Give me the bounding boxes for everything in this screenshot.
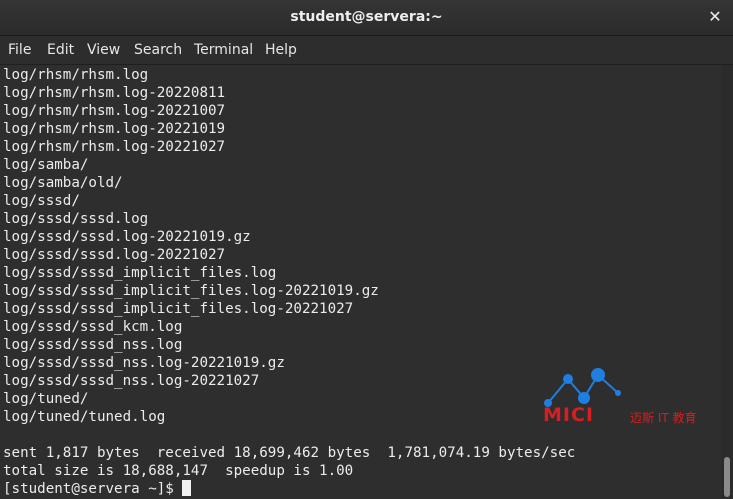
watermark-subtitle: 迈斯 IT 教育 <box>630 411 697 425</box>
menu-edit[interactable]: Edit <box>47 42 74 58</box>
terminal-line: log/sssd/sssd_implicit_files.log <box>3 265 277 281</box>
terminal-line: sent 1,817 bytes received 18,699,462 byt… <box>3 445 576 461</box>
terminal-window: student@servera:~ ✕ File Edit View Searc… <box>0 0 733 499</box>
text-cursor <box>182 480 192 496</box>
terminal-line: log/tuned/ <box>3 391 89 407</box>
menu-help[interactable]: Help <box>265 42 297 58</box>
menu-terminal[interactable]: Terminal <box>194 42 253 58</box>
scrollbar-thumb[interactable] <box>724 457 730 497</box>
scrollbar[interactable] <box>721 65 733 499</box>
network-nodes-icon <box>544 368 621 407</box>
terminal-line: log/rhsm/rhsm.log-20221019 <box>3 121 226 137</box>
terminal-line: log/sssd/sssd_implicit_files.log-2022101… <box>3 283 379 299</box>
terminal-line: log/rhsm/rhsm.log <box>3 67 149 83</box>
prompt-line[interactable]: [student@servera ~]$ <box>3 480 192 498</box>
terminal-line: log/rhsm/rhsm.log-20221027 <box>3 139 226 155</box>
terminal-line: log/sssd/sssd_kcm.log <box>3 319 183 335</box>
terminal-line: total size is 18,688,147 speedup is 1.00 <box>3 463 354 479</box>
terminal-line: log/samba/old/ <box>3 175 123 191</box>
watermark-brand: MICI <box>543 404 594 426</box>
window-title: student@servera:~ <box>290 9 443 25</box>
shell-prompt: [student@servera ~]$ <box>3 481 183 497</box>
menu-bar: File Edit View Search Terminal Help <box>0 36 733 65</box>
close-icon[interactable]: ✕ <box>705 6 725 28</box>
title-bar[interactable]: student@servera:~ ✕ <box>0 0 733 36</box>
terminal-line: log/samba/ <box>3 157 89 173</box>
terminal-line: log/sssd/sssd_implicit_files.log-2022102… <box>3 301 354 317</box>
terminal-line: log/sssd/sssd.log-20221019.gz <box>3 229 251 245</box>
terminal-line: log/rhsm/rhsm.log-20220811 <box>3 85 226 101</box>
terminal-line: log/sssd/sssd.log <box>3 211 149 227</box>
terminal-line: log/rhsm/rhsm.log-20221007 <box>3 103 226 119</box>
watermark-logo: MICI 迈斯 IT 教育 <box>540 365 720 427</box>
terminal-line: log/sssd/sssd_nss.log-20221019.gz <box>3 355 285 371</box>
terminal-line: log/sssd/sssd.log-20221027 <box>3 247 226 263</box>
menu-view[interactable]: View <box>87 42 120 58</box>
terminal-line: log/tuned/tuned.log <box>3 409 166 425</box>
terminal-line: log/sssd/ <box>3 193 80 209</box>
menu-search[interactable]: Search <box>134 42 182 58</box>
terminal-line: log/sssd/sssd_nss.log-20221027 <box>3 373 260 389</box>
menu-file[interactable]: File <box>8 42 31 58</box>
terminal-line: log/sssd/sssd_nss.log <box>3 337 183 353</box>
terminal-output[interactable]: log/rhsm/rhsm.log log/rhsm/rhsm.log-2022… <box>0 65 721 499</box>
